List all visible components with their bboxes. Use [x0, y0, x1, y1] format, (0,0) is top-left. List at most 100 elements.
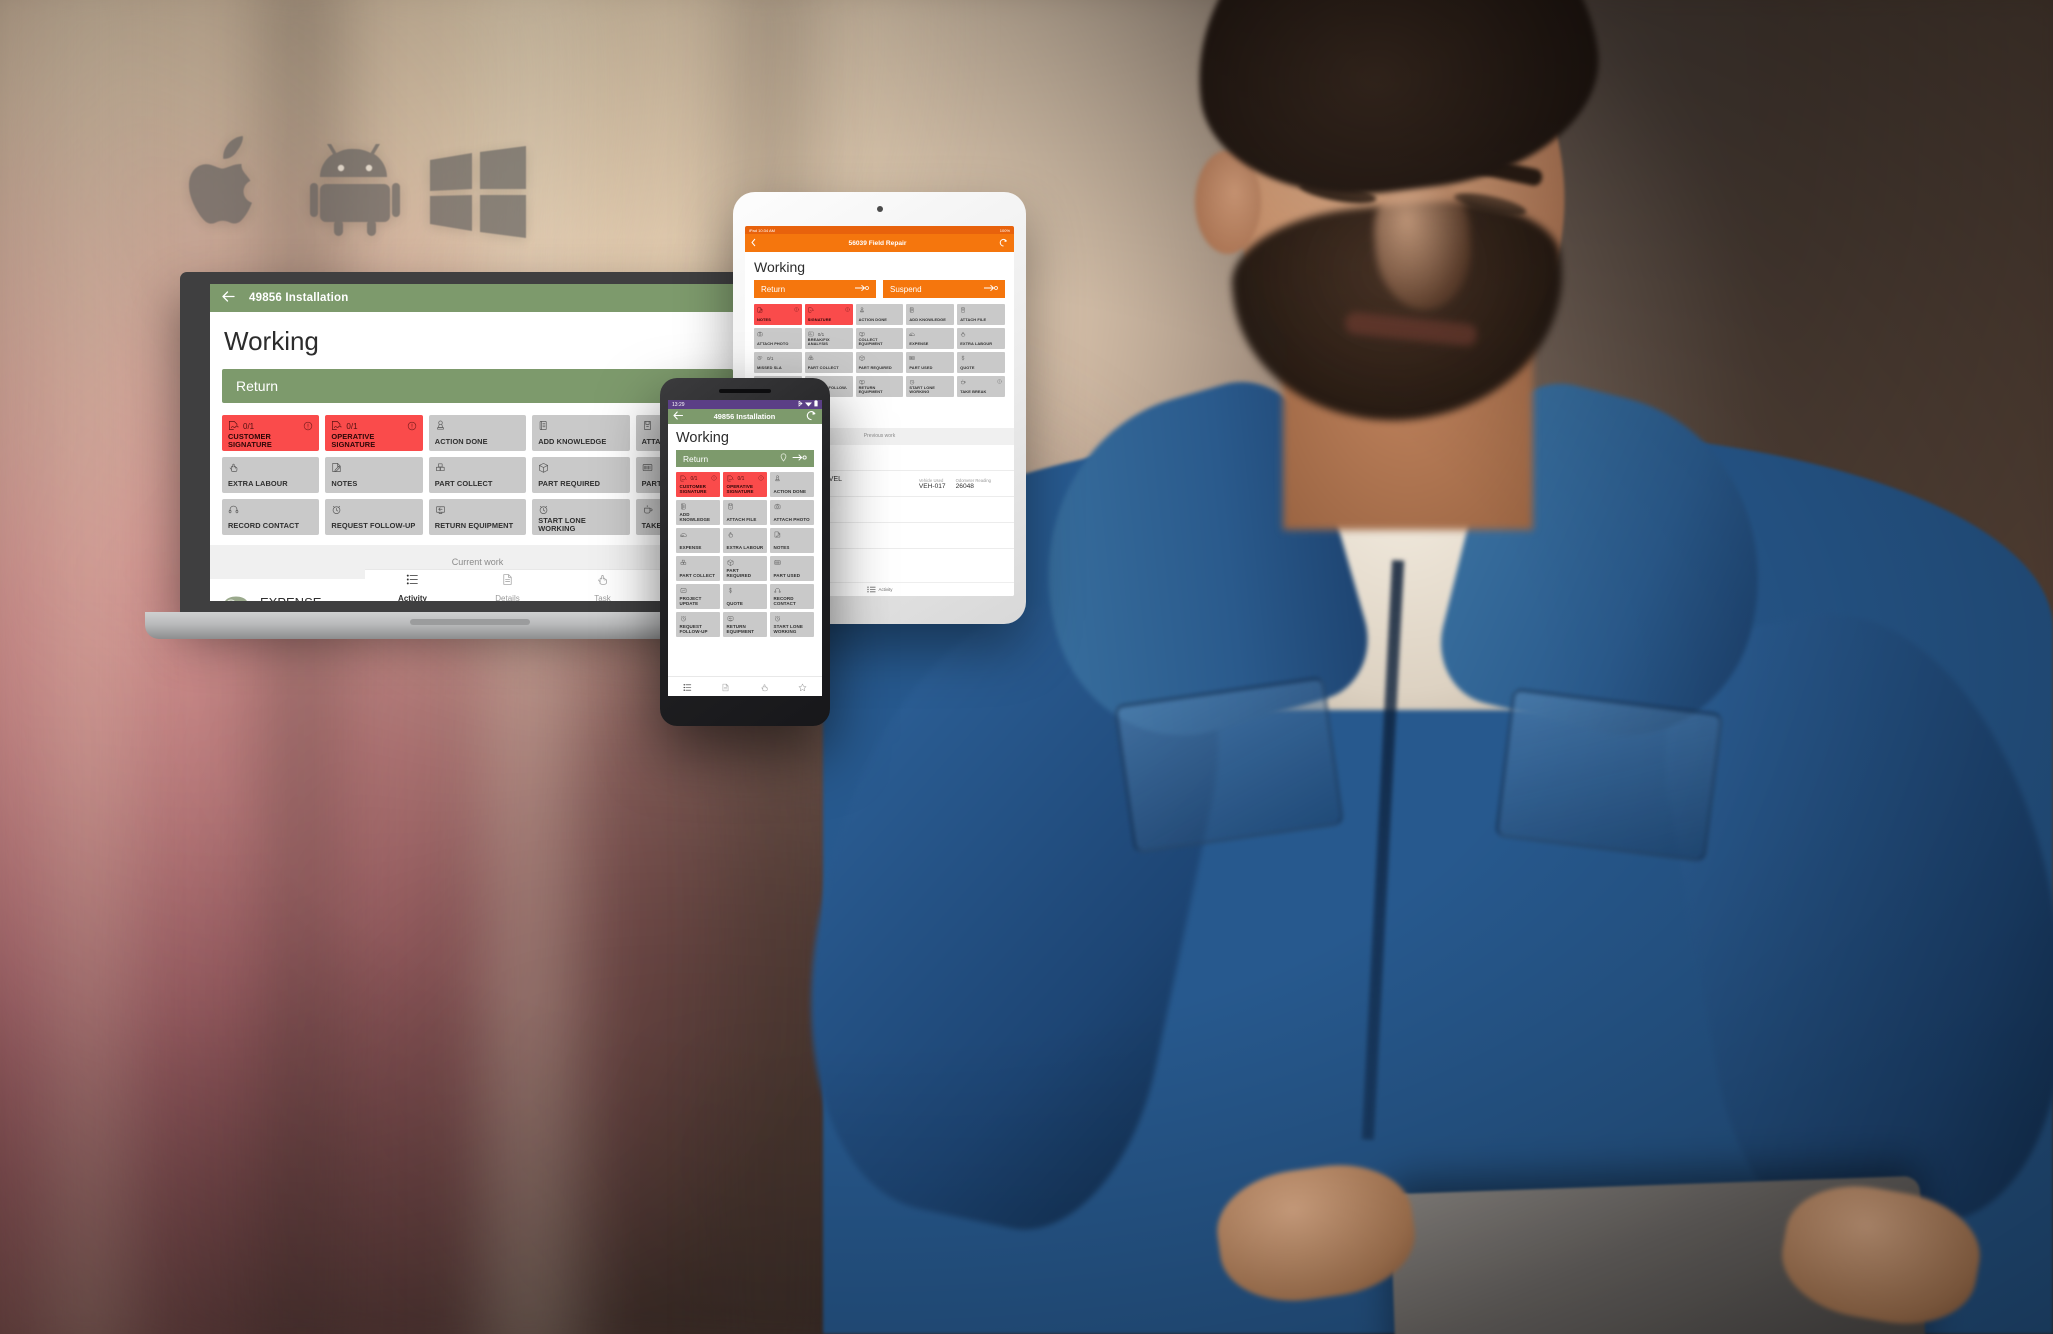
- action-tile[interactable]: QUOTE: [957, 352, 1005, 373]
- action-tile[interactable]: START LONE WORKING: [906, 376, 955, 397]
- action-tile[interactable]: 0/1 BREAK/FIX ANALYSIS: [804, 328, 853, 349]
- alarm-clock-icon: [774, 615, 781, 624]
- action-tile[interactable]: START LONE WORKING: [770, 612, 814, 637]
- action-tile[interactable]: 0/1 CUSTOMER SIGNATURE: [676, 472, 720, 497]
- activity-list-icon: [683, 679, 692, 696]
- action-tile[interactable]: PART REQUIRED: [532, 457, 630, 493]
- tile-count: 0/1: [690, 476, 698, 482]
- action-tile[interactable]: RETURN EQUIPMENT: [855, 376, 904, 397]
- action-tile[interactable]: ADD KNOWLEDGE: [906, 304, 955, 325]
- tile-header: [727, 503, 764, 512]
- action-tile[interactable]: EXPENSE: [676, 528, 720, 553]
- phone-status-button[interactable]: Return: [676, 450, 814, 467]
- action-tile[interactable]: ATTACH PHOTO: [754, 328, 802, 349]
- action-tile[interactable]: ATTACH FILE: [957, 304, 1005, 325]
- tablet-camera: [876, 206, 883, 212]
- refresh-icon[interactable]: [806, 410, 817, 423]
- tile-label: MISSED SLA: [757, 365, 782, 371]
- activity-fields: Vehicle Used VEH-017 Odometer Reading 26048: [919, 478, 1005, 490]
- action-tile[interactable]: EXTRA LABOUR: [222, 457, 320, 493]
- tablet-status-button-suspend[interactable]: Suspend: [883, 280, 1005, 298]
- wifi-icon: [805, 401, 812, 409]
- money-icon: [909, 331, 915, 338]
- back-arrow-icon[interactable]: [222, 291, 235, 305]
- action-tile[interactable]: RECORD CONTACT: [770, 584, 814, 609]
- action-tile[interactable]: ADD KNOWLEDGE: [676, 500, 720, 525]
- action-tile[interactable]: ACTION DONE: [428, 415, 527, 451]
- action-tile[interactable]: PROJECT UPDATE: [676, 584, 720, 609]
- back-arrow-icon[interactable]: [673, 411, 684, 422]
- tile-header: 0/1: [680, 475, 717, 484]
- phone-app-topbar: 49856 Installation: [668, 409, 822, 424]
- action-tile[interactable]: PART COLLECT: [676, 556, 720, 581]
- money-icon: [679, 531, 687, 540]
- tile-label: OPERATIVE SIGNATURE: [726, 484, 754, 495]
- action-tile[interactable]: ATTACH PHOTO: [770, 500, 814, 525]
- warn-icon: [794, 307, 799, 313]
- tile-header: [680, 503, 717, 512]
- action-tile[interactable]: RECORD CONTACT: [222, 499, 320, 535]
- action-tile[interactable]: PART COLLECT: [804, 352, 853, 373]
- action-tile[interactable]: COLLECT EQUIPMENT: [855, 328, 904, 349]
- action-tile[interactable]: 0/1 CUSTOMER SIGNATURE: [222, 415, 320, 451]
- tile-label: RECORD CONTACT: [773, 596, 796, 607]
- book-icon: [909, 307, 915, 314]
- tablet-page-title-row: Working: [745, 252, 1014, 280]
- action-tile[interactable]: PART USED: [770, 556, 814, 581]
- return-monitor-icon: [727, 615, 734, 624]
- action-tile[interactable]: TAKE BREAK: [957, 376, 1005, 397]
- phone-screen[interactable]: 13:29 49856 Installation Working Return …: [668, 400, 822, 696]
- action-tile[interactable]: REQUEST FOLLOW-UP: [676, 612, 720, 637]
- action-tile[interactable]: QUOTE: [723, 584, 767, 609]
- action-tile[interactable]: ACTION DONE: [770, 472, 814, 497]
- tablet-status-button-return[interactable]: Return: [754, 280, 876, 298]
- action-tile[interactable]: 0/1 OPERATIVE SIGNATURE: [723, 472, 767, 497]
- tile-label: PART USED: [909, 365, 933, 371]
- tab-misc[interactable]: Misc: [784, 679, 823, 696]
- action-tile[interactable]: NOTES: [325, 457, 423, 493]
- tile-label: ADD KNOWLEDGE: [909, 317, 946, 323]
- tile-label: EXPENSE: [679, 545, 702, 551]
- tile-label: PART COLLECT: [807, 365, 839, 371]
- action-tile[interactable]: 0/1 MISSED SLA: [754, 352, 802, 373]
- headset-icon: [773, 587, 781, 596]
- tile-header: [808, 355, 850, 362]
- action-tile[interactable]: EXTRA LABOUR: [723, 528, 767, 553]
- action-tile[interactable]: ATTACH FILE: [723, 500, 767, 525]
- action-tile[interactable]: PART REQUIRED: [855, 352, 904, 373]
- action-tile[interactable]: ACTION DONE: [855, 304, 904, 325]
- tab-task[interactable]: Task: [555, 573, 650, 601]
- action-tile[interactable]: SIGNATURE: [804, 304, 853, 325]
- action-tile[interactable]: REQUEST FOLLOW-UP: [325, 499, 423, 535]
- file-icon: [642, 420, 653, 433]
- tile-label: START LONE WORKING: [909, 384, 935, 395]
- action-tile[interactable]: 0/1 OPERATIVE SIGNATURE: [325, 415, 423, 451]
- box-icon: [859, 355, 865, 362]
- action-tile[interactable]: PART USED: [906, 352, 955, 373]
- action-tile[interactable]: PART REQUIRED: [723, 556, 767, 581]
- action-tile[interactable]: START LONE WORKING: [532, 499, 630, 535]
- action-tile[interactable]: RETURN EQUIPMENT: [428, 499, 527, 535]
- action-tile[interactable]: ADD KNOWLEDGE: [532, 415, 630, 451]
- android-logo: [310, 142, 400, 241]
- field-value: 26048: [955, 482, 974, 490]
- tab-activity[interactable]: Activity: [365, 573, 460, 601]
- tile-header: [960, 331, 1002, 338]
- action-tile[interactable]: RETURN EQUIPMENT: [723, 612, 767, 637]
- refresh-icon[interactable]: [999, 238, 1008, 249]
- tile-header: [727, 615, 764, 624]
- warn-icon: [845, 307, 850, 313]
- tab-activity[interactable]: Activity: [668, 679, 707, 696]
- tab-task[interactable]: Task: [745, 679, 784, 696]
- action-tile[interactable]: PART COLLECT: [428, 457, 527, 493]
- action-tile[interactable]: EXTRA LABOUR: [957, 328, 1005, 349]
- action-tile[interactable]: EXPENSE: [906, 328, 955, 349]
- tile-header: 0/1: [757, 355, 799, 362]
- laptop-status-button[interactable]: Return: [222, 369, 733, 403]
- action-tile[interactable]: NOTES: [754, 304, 802, 325]
- tile-label: PART USED: [773, 573, 801, 579]
- action-tile[interactable]: NOTES: [770, 528, 814, 553]
- tile-header: [331, 462, 416, 475]
- tab-details[interactable]: Details: [707, 679, 746, 696]
- tab-details[interactable]: Details: [460, 573, 555, 601]
